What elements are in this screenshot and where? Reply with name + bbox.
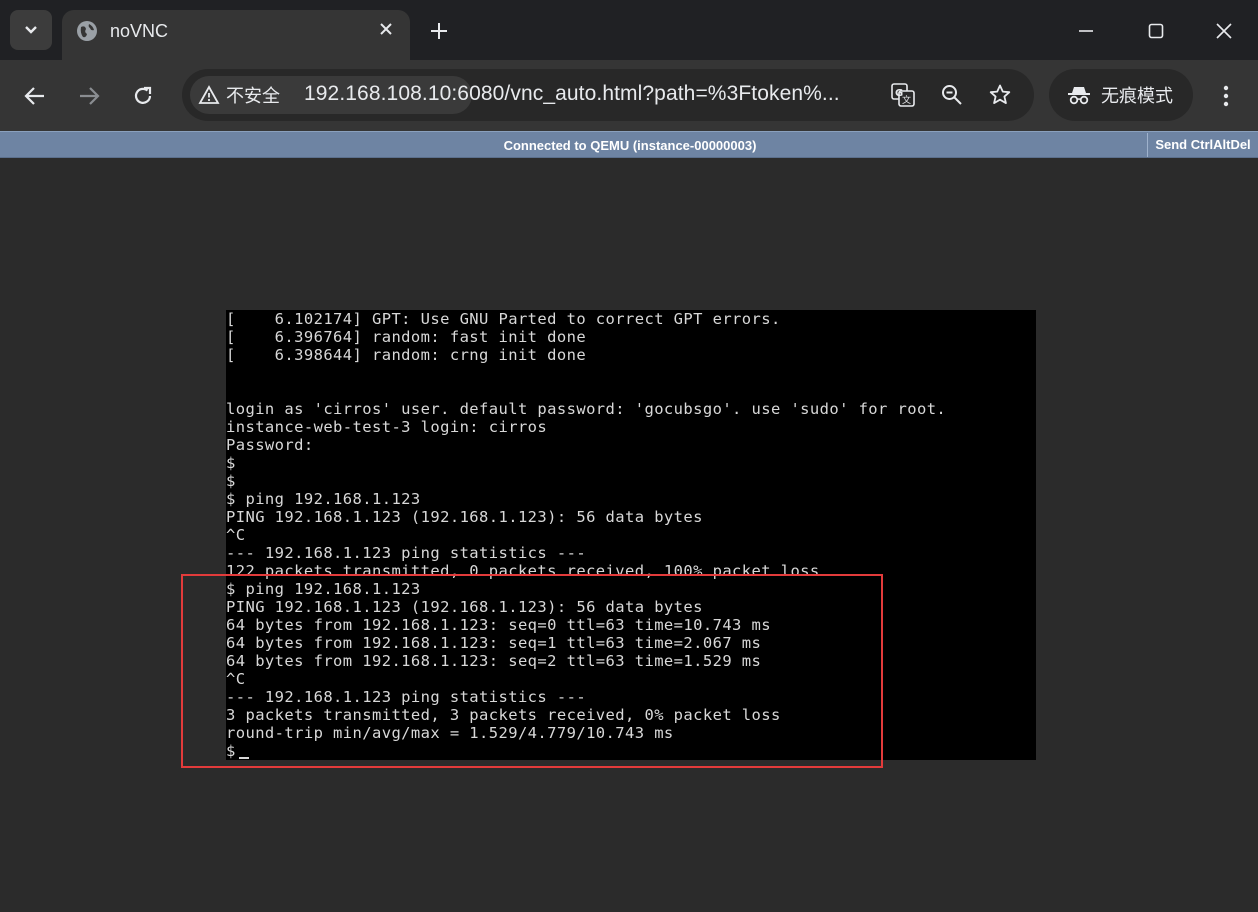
terminal-line: 64 bytes from 192.168.1.123: seq=2 ttl=6… xyxy=(226,652,762,670)
vnc-terminal-screen[interactable]: [ 6.102174] GPT: Use GNU Parted to corre… xyxy=(226,310,1036,760)
terminal-line: Password: xyxy=(226,436,314,454)
vnc-canvas-area: [ 6.102174] GPT: Use GNU Parted to corre… xyxy=(0,158,1258,912)
security-label: 不安全 xyxy=(226,86,280,106)
tab-title: noVNC xyxy=(110,21,169,41)
arrow-left-icon xyxy=(24,87,44,105)
zoom-button[interactable] xyxy=(938,81,966,109)
terminal-line: PING 192.168.1.123 (192.168.1.123): 56 d… xyxy=(226,508,703,526)
minimize-icon xyxy=(1079,30,1093,32)
maximize-button[interactable] xyxy=(1133,10,1179,52)
terminal-line: $ xyxy=(226,454,236,472)
terminal-line: PING 192.168.1.123 (192.168.1.123): 56 d… xyxy=(226,598,703,616)
send-ctrl-alt-del-button[interactable]: Send CtrlAltDel xyxy=(1147,133,1258,157)
bookmark-button[interactable] xyxy=(986,81,1014,109)
chevron-down-icon xyxy=(25,26,37,34)
vnc-status-text: Connected to QEMU (instance-00000003) xyxy=(503,138,757,153)
close-window-button[interactable] xyxy=(1201,10,1247,52)
maximize-icon xyxy=(1148,23,1164,39)
back-button[interactable] xyxy=(17,78,53,114)
tab-strip: noVNC xyxy=(0,0,1258,60)
warning-triangle-icon xyxy=(198,85,220,104)
address-bar[interactable]: 不安全 192.168.108.10:6080/vnc_auto.html?pa… xyxy=(182,69,1034,121)
terminal-line: --- 192.168.1.123 ping statistics --- xyxy=(226,688,587,706)
terminal-line: 64 bytes from 192.168.1.123: seq=1 ttl=6… xyxy=(226,634,762,652)
terminal-line: $ ping 192.168.1.123 xyxy=(226,490,421,508)
reload-button[interactable] xyxy=(125,78,161,114)
terminal-line: round-trip min/avg/max = 1.529/4.779/10.… xyxy=(226,724,674,742)
kebab-menu-icon xyxy=(1223,85,1229,107)
terminal-line: [ 6.396764] random: fast init done xyxy=(226,328,587,346)
terminal-line: instance-web-test-3 login: cirros xyxy=(226,418,548,436)
terminal-line: 64 bytes from 192.168.1.123: seq=0 ttl=6… xyxy=(226,616,771,634)
browser-toolbar: 不安全 192.168.108.10:6080/vnc_auto.html?pa… xyxy=(0,60,1258,131)
svg-text:文: 文 xyxy=(902,94,911,106)
terminal-line: $ xyxy=(226,472,236,490)
terminal-line: $ ping 192.168.1.123 xyxy=(226,580,421,598)
plus-icon xyxy=(431,23,447,39)
active-tab[interactable]: noVNC xyxy=(62,10,410,60)
terminal-line: [ 6.102174] GPT: Use GNU Parted to corre… xyxy=(226,310,781,328)
site-info-button[interactable]: 不安全 xyxy=(190,76,298,114)
close-icon xyxy=(380,23,392,35)
terminal-line: [ 6.398644] random: crng init done xyxy=(226,346,587,364)
terminal-line: 122 packets transmitted, 0 packets recei… xyxy=(226,562,820,580)
terminal-line: ^C xyxy=(226,670,246,688)
browser-menu-button[interactable] xyxy=(1210,78,1242,114)
close-icon xyxy=(1216,23,1232,39)
magnifier-icon xyxy=(942,85,962,105)
terminal-line: login as 'cirros' user. default password… xyxy=(226,400,947,418)
url-text[interactable]: 192.168.108.10:6080/vnc_auto.html?path=%… xyxy=(304,82,840,106)
terminal-line: $ xyxy=(226,742,249,760)
incognito-chip[interactable]: 无痕模式 xyxy=(1049,69,1193,121)
close-tab-button[interactable] xyxy=(376,19,396,39)
forward-button[interactable] xyxy=(71,78,107,114)
vnc-status-bar: Connected to QEMU (instance-00000003) Se… xyxy=(0,131,1258,158)
star-icon xyxy=(989,84,1011,104)
new-tab-button[interactable] xyxy=(422,14,456,48)
translate-button[interactable]: G 文 xyxy=(889,81,917,109)
terminal-cursor xyxy=(238,757,249,759)
terminal-line: --- 192.168.1.123 ping statistics --- xyxy=(226,544,587,562)
minimize-button[interactable] xyxy=(1063,10,1109,52)
incognito-label: 无痕模式 xyxy=(1101,86,1173,106)
reload-icon xyxy=(134,86,152,104)
arrow-right-icon xyxy=(80,87,100,105)
incognito-icon xyxy=(1068,87,1090,105)
tab-search-button[interactable] xyxy=(10,10,52,50)
globe-icon xyxy=(77,21,97,41)
translate-icon: G 文 xyxy=(891,83,915,107)
terminal-line: ^C xyxy=(226,526,246,544)
terminal-line: 3 packets transmitted, 3 packets receive… xyxy=(226,706,781,724)
